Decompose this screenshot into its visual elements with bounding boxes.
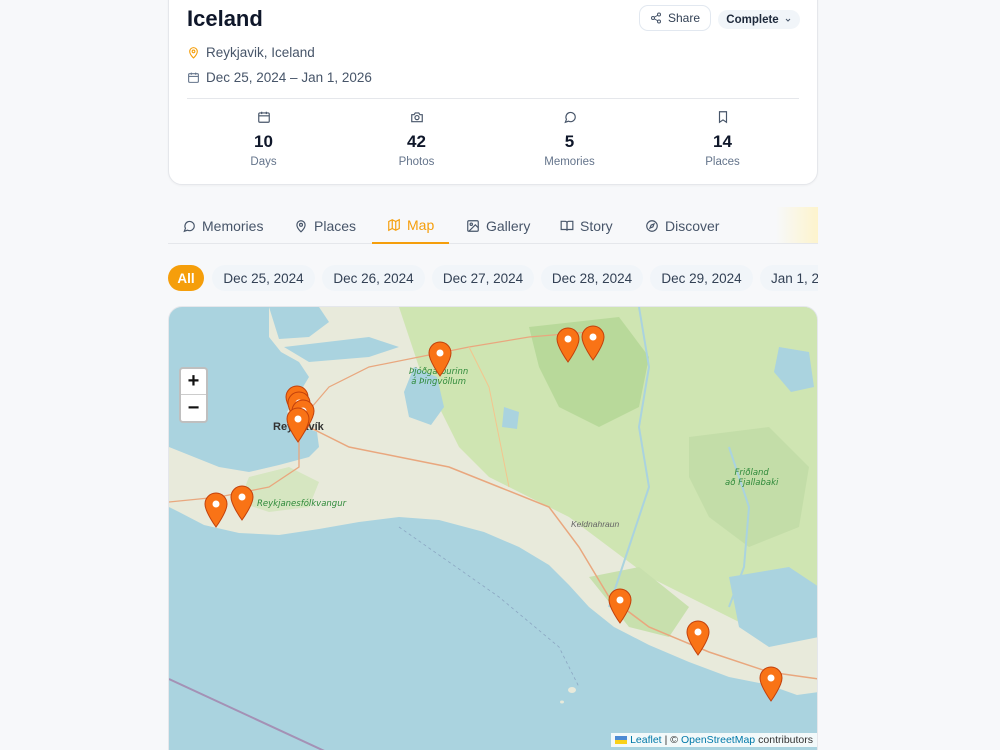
share-button[interactable]: Share: [639, 5, 711, 31]
zoom-controls: + −: [179, 367, 208, 423]
message-icon: [563, 111, 576, 124]
compass-icon: [646, 219, 658, 232]
map-marker[interactable]: [581, 325, 605, 361]
tab-places[interactable]: Places: [294, 207, 356, 244]
map-attribution: Leaflet | © OpenStreetMap contributors: [611, 733, 817, 747]
camera-icon: [410, 112, 423, 123]
status-label: Complete: [726, 13, 779, 26]
stat-photos: 42 Photos: [340, 109, 493, 168]
stat-value: 14: [713, 132, 732, 151]
trip-dates-text: Dec 25, 2024 – Jan 1, 2026: [206, 70, 372, 85]
map-marker[interactable]: [286, 407, 310, 443]
date-filter: All Dec 25, 2024 Dec 26, 2024 Dec 27, 20…: [160, 260, 818, 296]
map-marker[interactable]: [556, 327, 580, 363]
bookmark-icon: [718, 111, 727, 124]
book-icon: [560, 220, 574, 231]
trip-map[interactable]: Þjóðgarðurinná Þingvöllum Reykjavík Reyk…: [168, 306, 818, 750]
leaflet-link[interactable]: Leaflet: [630, 734, 662, 746]
stat-label: Days: [250, 156, 277, 168]
calendar-icon: [257, 111, 270, 123]
trip-tabs: Memories Places Map Gallery Story Discov…: [168, 207, 818, 244]
map-pin-icon: [189, 47, 198, 59]
map-label: Keldnahraun: [571, 519, 620, 529]
message-icon: [183, 220, 195, 232]
attribution-separator: | ©: [664, 734, 678, 746]
chip-all[interactable]: All: [168, 265, 204, 291]
map-marker[interactable]: [686, 620, 710, 656]
tab-label: Map: [407, 216, 435, 233]
attribution-suffix: contributors: [758, 734, 813, 746]
share-icon: [650, 12, 661, 24]
stat-value: 5: [564, 132, 575, 151]
map-label: Friðland að Fjallabaki: [725, 468, 779, 488]
share-label: Share: [667, 11, 701, 25]
chip-date[interactable]: Dec 25, 2024: [212, 265, 315, 291]
trip-location-text: Reykjavik, Iceland: [206, 45, 315, 60]
chip-date[interactable]: Jan 1, 2: [760, 265, 818, 291]
calendar-icon: [188, 72, 199, 83]
map-icon: [388, 218, 400, 231]
stat-label: Photos: [398, 156, 435, 168]
stat-places: 14 Places: [646, 109, 799, 168]
tab-label: Gallery: [486, 217, 531, 234]
tab-map[interactable]: Map: [372, 207, 450, 244]
stat-days: 10 Days: [187, 109, 340, 168]
tab-discover[interactable]: Discover: [645, 207, 719, 244]
osm-link[interactable]: OpenStreetMap: [681, 734, 755, 746]
stat-value: 42: [407, 132, 426, 151]
tabs-scroll-fade: [776, 207, 818, 243]
tab-memories[interactable]: Memories: [182, 207, 263, 244]
map-marker[interactable]: [608, 588, 632, 624]
tab-label: Discover: [665, 217, 720, 234]
trip-title: Iceland: [187, 6, 263, 31]
chip-date[interactable]: Dec 29, 2024: [650, 265, 753, 291]
trip-stats: 10 Days 42 Photos 5 Memories 14 Places: [187, 109, 799, 168]
map-marker[interactable]: [428, 341, 452, 377]
flag-icon: [615, 736, 628, 744]
map-marker[interactable]: [204, 492, 228, 528]
tab-story[interactable]: Story: [560, 207, 613, 244]
chip-date[interactable]: Dec 28, 2024: [541, 265, 643, 291]
stat-label: Memories: [544, 156, 595, 168]
stat-memories: 5 Memories: [493, 109, 646, 168]
map-tiles: [169, 307, 817, 750]
chip-date[interactable]: Dec 26, 2024: [322, 265, 425, 291]
chevron-down-icon: [785, 18, 791, 22]
map-marker[interactable]: [230, 485, 254, 521]
tab-gallery[interactable]: Gallery: [466, 207, 530, 244]
tab-label: Places: [314, 217, 357, 234]
map-label: Reykjanesfólkvangur: [257, 499, 347, 509]
tab-label: Story: [580, 217, 613, 234]
zoom-in-button[interactable]: +: [181, 369, 206, 395]
divider: [187, 98, 799, 99]
image-icon: [467, 219, 479, 232]
status-dropdown[interactable]: Complete: [718, 10, 800, 29]
map-pin-icon: [296, 219, 306, 233]
stat-label: Places: [705, 156, 740, 168]
stat-value: 10: [254, 132, 273, 151]
tab-label: Memories: [202, 217, 264, 234]
map-marker[interactable]: [759, 666, 783, 702]
trip-card: Iceland Share Complete Reykjavik, Icelan…: [168, 0, 818, 185]
trip-dates: Dec 25, 2024 – Jan 1, 2026: [187, 70, 372, 85]
trip-location: Reykjavik, Iceland: [187, 45, 315, 60]
chip-date[interactable]: Dec 27, 2024: [432, 265, 534, 291]
zoom-out-button[interactable]: −: [181, 395, 206, 421]
